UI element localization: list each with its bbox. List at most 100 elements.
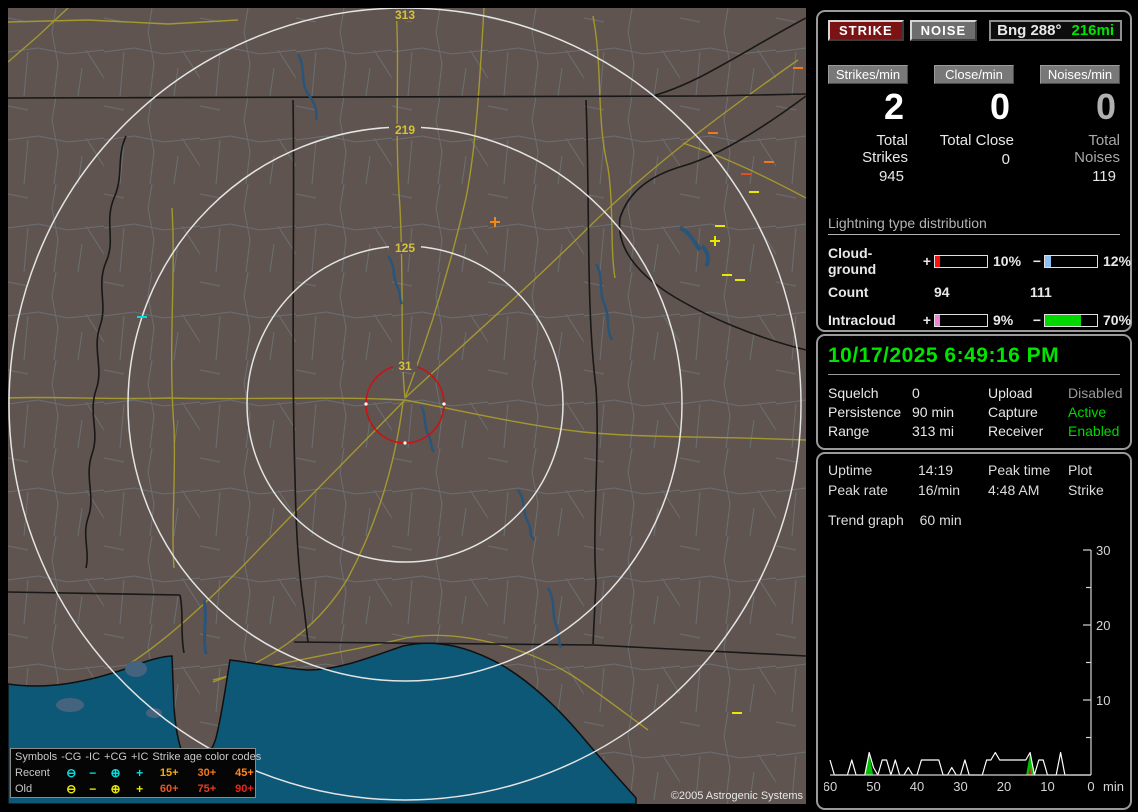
peak-rate-label: Peak rate — [828, 482, 918, 498]
age-60: 60+ — [150, 781, 188, 797]
strikes-per-min-value: 2 — [828, 88, 908, 126]
pos-cg-old-icon: ⊕ — [102, 781, 129, 797]
receiver-status: Enabled — [1068, 423, 1122, 439]
bearing-label: Bng 288° — [997, 22, 1061, 39]
map-canvas[interactable]: 313 219 125 31 — [8, 8, 806, 804]
noises-per-min-value: 0 — [1040, 88, 1120, 126]
lightning-map[interactable]: 313 219 125 31 Symbols -CG -IC +CG +IC — [8, 8, 806, 804]
cloud-ground-label: Cloud-ground — [828, 245, 920, 277]
neg-ic-recent-icon: − — [83, 765, 102, 781]
strikes-per-min-label: Strikes/min — [828, 65, 908, 84]
legend-row-old-label: Old — [11, 781, 59, 797]
age-15: 15+ — [150, 765, 188, 781]
strikes-per-min-counter: Strikes/min 2 Total Strikes 945 — [828, 65, 908, 185]
ic-negative-pct: 70% — [1098, 312, 1138, 328]
plus-sign: + — [920, 312, 934, 328]
upload-status: Disabled — [1068, 385, 1122, 401]
trend-graph-window: 60 min — [920, 512, 962, 528]
noise-toggle-button[interactable]: NOISE — [910, 20, 977, 41]
svg-text:0: 0 — [1087, 779, 1094, 794]
squelch-value: 0 — [912, 385, 988, 401]
age-30: 30+ — [188, 765, 226, 781]
cg-negative-pct: 12% — [1098, 253, 1138, 269]
total-strikes-label: Total Strikes — [828, 132, 908, 166]
squelch-label: Squelch — [828, 385, 912, 401]
total-strikes-value: 945 — [828, 168, 908, 185]
cloud-ground-count-row: Count 94 111 — [828, 284, 1120, 300]
bearing-range: 216mi — [1072, 22, 1115, 39]
uptime-value: 14:19 — [918, 462, 988, 478]
legend-symbols-header: Symbols — [11, 749, 59, 765]
svg-text:10: 10 — [1096, 693, 1110, 708]
distribution-title: Lightning type distribution — [828, 215, 1120, 235]
capture-status: Active — [1068, 404, 1122, 420]
age-75: 75+ — [188, 781, 226, 797]
ring-label-125: 125 — [395, 241, 415, 255]
pos-cg-recent-icon: ⊕ — [102, 765, 129, 781]
trend-graph-label: Trend graph — [828, 512, 904, 528]
svg-text:20: 20 — [1096, 618, 1110, 633]
close-per-min-value: 0 — [934, 88, 1014, 126]
cg-negative-bar — [1044, 255, 1098, 268]
neg-cg-recent-icon: ⊖ — [59, 765, 83, 781]
noises-per-min-counter: Noises/min 0 Total Noises 119 — [1040, 65, 1120, 185]
total-close-value: 0 — [934, 151, 1014, 168]
cg-positive-pct: 10% — [988, 253, 1030, 269]
uptime-label: Uptime — [828, 462, 918, 478]
map-legend: Symbols -CG -IC +CG +IC Strike age color… — [10, 748, 256, 798]
plus-sign: + — [920, 253, 934, 269]
legend-age-title: Strike age color codes — [150, 749, 263, 765]
trend-graph-label-row: Trend graph 60 min — [828, 512, 1120, 528]
range-value: 313 mi — [912, 423, 988, 439]
total-close-label: Total Close — [934, 132, 1014, 149]
peak-time-value: 4:48 AM — [988, 482, 1068, 498]
persistence-value: 90 min — [912, 404, 988, 420]
legend-row-recent-label: Recent — [11, 765, 59, 781]
legend-col-pos-ic: +IC — [129, 749, 150, 765]
intracloud-label: Intracloud — [828, 312, 920, 328]
ic-negative-bar — [1044, 314, 1098, 327]
age-90: 90+ — [226, 781, 264, 797]
peak-time-label: Peak time — [988, 462, 1068, 478]
svg-text:30: 30 — [953, 779, 967, 794]
neg-cg-old-icon: ⊖ — [59, 781, 83, 797]
ring-label-219: 219 — [395, 123, 415, 137]
range-label: Range — [828, 423, 912, 439]
status-grid: Squelch 0 Upload Disabled Persistence 90… — [828, 385, 1120, 439]
legend-col-neg-ic: -IC — [83, 749, 102, 765]
receiver-label: Receiver — [988, 423, 1068, 439]
strike-toggle-button[interactable]: STRIKE — [828, 20, 904, 41]
svg-text:min: min — [1103, 779, 1124, 794]
ring-label-313: 313 — [395, 8, 415, 22]
trend-graph: 1020306050403020100min — [824, 540, 1124, 802]
noises-per-min-label: Noises/min — [1040, 65, 1120, 84]
cg-positive-bar — [934, 255, 988, 268]
legend-col-neg-cg: -CG — [59, 749, 83, 765]
app-window: 313 219 125 31 Symbols -CG -IC +CG +IC — [0, 0, 1138, 812]
trend-panel: Uptime 14:19 Peak time Plot Peak rate 16… — [816, 452, 1132, 810]
cg-positive-count: 94 — [934, 284, 1030, 300]
svg-text:10: 10 — [1040, 779, 1054, 794]
plot-mode-value: Strike — [1068, 482, 1120, 498]
pos-ic-old-icon: + — [129, 781, 150, 797]
strike-counters-panel: STRIKE NOISE Bng 288° 216mi Strikes/min 2… — [816, 10, 1132, 332]
capture-label: Capture — [988, 404, 1068, 420]
ic-positive-pct: 9% — [988, 312, 1030, 328]
stats-grid: Uptime 14:19 Peak time Plot Peak rate 16… — [828, 462, 1120, 498]
datetime-display: 10/17/2025 6:49:16 PM — [828, 344, 1120, 375]
status-panel: 10/17/2025 6:49:16 PM Squelch 0 Upload D… — [816, 334, 1132, 450]
cg-count-label: Count — [828, 284, 920, 300]
copyright-text: ©2005 Astrogenic Systems — [671, 790, 803, 802]
ring-label-31: 31 — [398, 359, 412, 373]
cg-negative-count: 111 — [1030, 284, 1138, 300]
neg-ic-old-icon: − — [83, 781, 102, 797]
persistence-label: Persistence — [828, 404, 912, 420]
minus-sign: − — [1030, 312, 1044, 328]
upload-label: Upload — [988, 385, 1068, 401]
ic-positive-bar — [934, 314, 988, 327]
close-per-min-counter: Close/min 0 Total Close 0 — [934, 65, 1014, 185]
total-noises-label: Total Noises — [1040, 132, 1120, 166]
plot-label: Plot — [1068, 462, 1120, 478]
svg-text:40: 40 — [910, 779, 924, 794]
cloud-ground-row: Cloud-ground + 10% − 12% — [828, 245, 1120, 277]
